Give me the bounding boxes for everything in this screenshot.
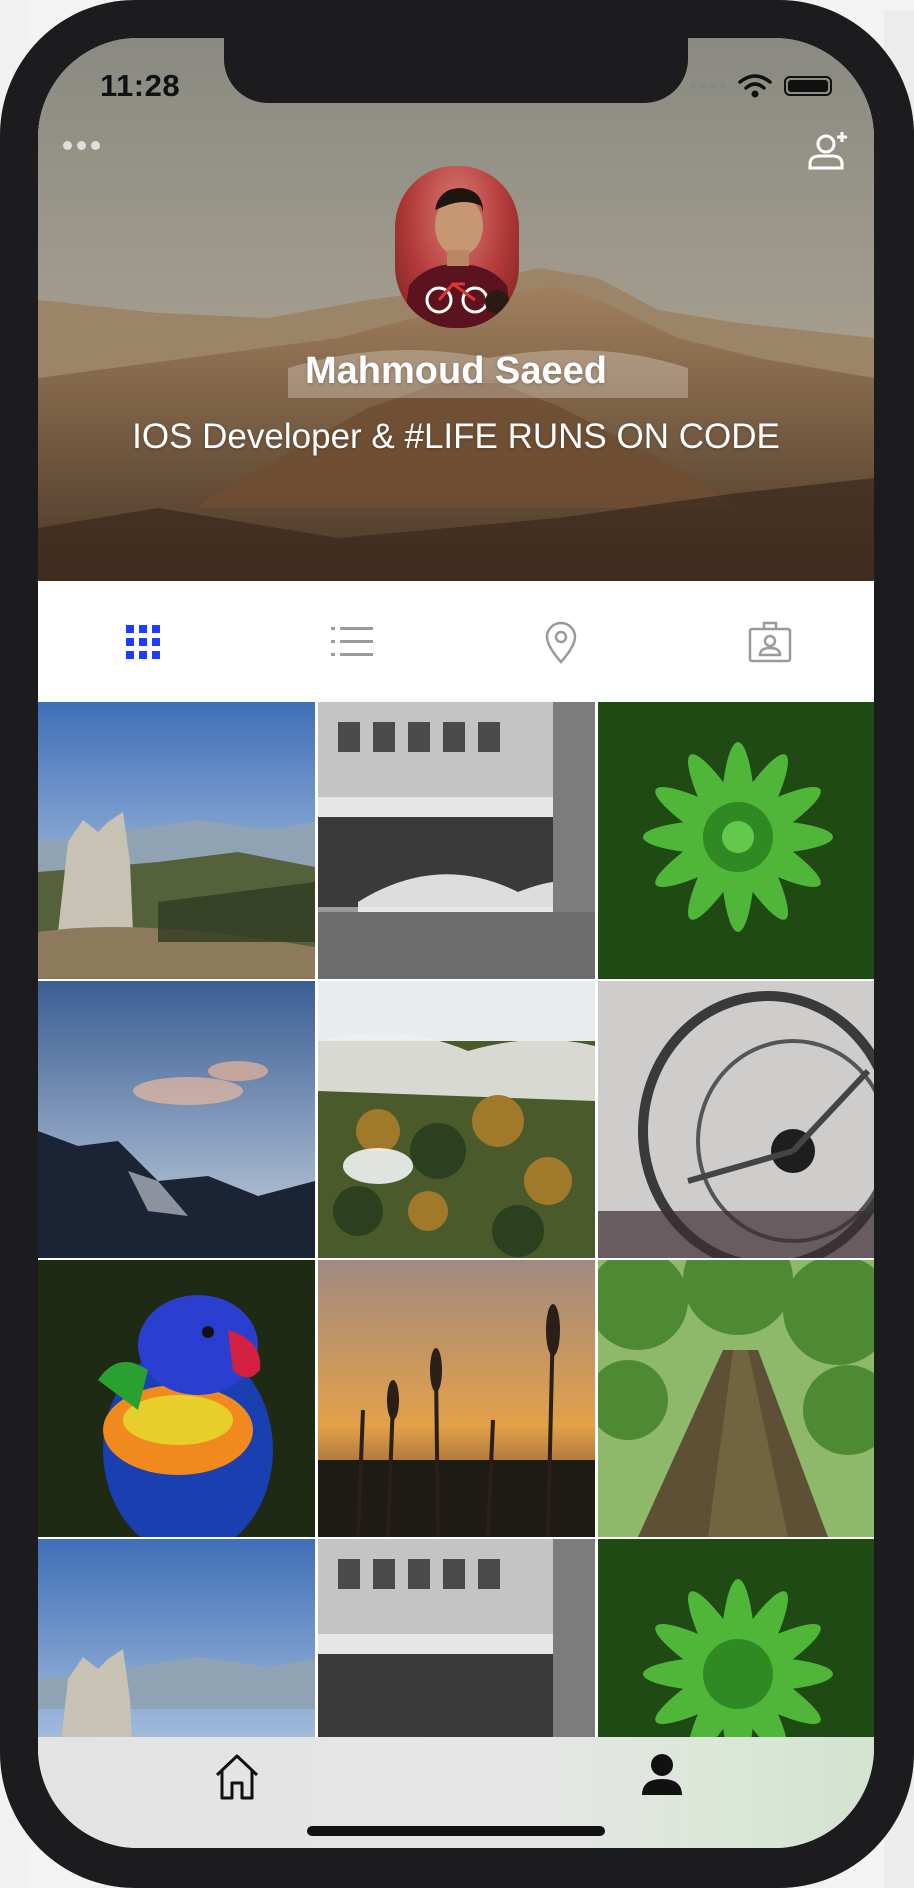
photo-thumbnail[interactable]: [318, 1260, 595, 1537]
home-icon: [215, 1754, 259, 1800]
photo-thumbnail[interactable]: [318, 981, 595, 1258]
tab-list[interactable]: [247, 581, 456, 702]
tab-tagged[interactable]: [665, 581, 874, 702]
tab-home[interactable]: [214, 1753, 260, 1806]
photo-thumbnail[interactable]: [318, 1539, 595, 1737]
avatar[interactable]: [395, 166, 519, 328]
device-notch: [224, 38, 688, 103]
profile-name: Mahmoud Saeed: [305, 350, 607, 392]
photo-thumbnail[interactable]: [318, 702, 595, 979]
location-pin-icon: [545, 621, 576, 664]
profile-header: Mahmoud Saeed IOS Developer & #LIFE RUNS…: [38, 38, 874, 581]
profile-icon: [642, 1754, 682, 1795]
battery-icon: [784, 76, 832, 96]
status-time: 11:28: [100, 68, 181, 103]
tab-location[interactable]: [456, 581, 665, 702]
photo-thumbnail[interactable]: [598, 981, 874, 1258]
photo-thumbnail[interactable]: [38, 702, 315, 979]
add-user-icon[interactable]: [806, 128, 852, 179]
tab-profile[interactable]: [640, 1753, 684, 1802]
more-dots-icon[interactable]: [63, 141, 100, 150]
phone-screen: Mahmoud Saeed IOS Developer & #LIFE RUNS…: [38, 38, 874, 1848]
profile-bio: IOS Developer & #LIFE RUNS ON CODE: [132, 417, 780, 456]
photo-thumbnail[interactable]: [598, 1539, 874, 1737]
tagged-user-icon: [748, 621, 791, 662]
photo-thumbnail[interactable]: [598, 702, 874, 979]
list-icon: [330, 626, 373, 656]
tab-grid[interactable]: [38, 581, 247, 702]
photo-thumbnail[interactable]: [38, 981, 315, 1258]
status-icons: [690, 73, 832, 99]
home-indicator[interactable]: [307, 1826, 605, 1836]
photo-thumbnail[interactable]: [38, 1539, 315, 1737]
cellular-signal-icon: [690, 83, 726, 89]
photo-thumbnail[interactable]: [598, 1260, 874, 1537]
photo-thumbnail[interactable]: [38, 1260, 315, 1537]
grid-icon: [125, 624, 160, 659]
profile-tabs: [38, 581, 874, 702]
wifi-icon: [738, 74, 772, 98]
photo-grid: [38, 702, 874, 1737]
iphone-frame: Mahmoud Saeed IOS Developer & #LIFE RUNS…: [0, 0, 914, 1888]
